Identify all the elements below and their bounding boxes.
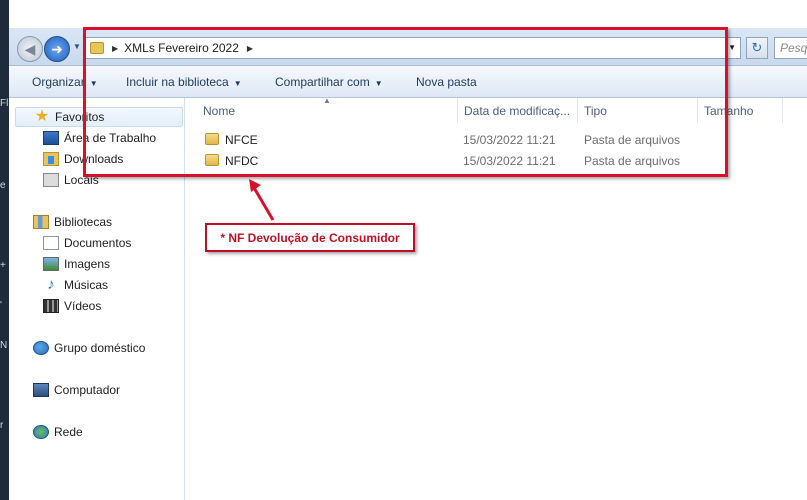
annotation-callout: * NF Devolução de Consumidor [205,223,415,252]
nav-label: Músicas [64,278,109,292]
homegroup-icon [33,341,49,355]
address-dropdown-icon[interactable]: ▼ [728,43,736,52]
forward-arrow-icon: ➜ [51,40,63,57]
back-arrow-icon: ◀ [24,40,36,57]
computer-icon [33,383,49,397]
highlight-box-annotation [83,27,728,177]
star-icon: ★ [34,108,50,125]
pictures-icon [43,257,59,271]
nav-item-computer[interactable]: Computador [33,380,120,400]
nav-label: Bibliotecas [54,215,113,229]
film-strip-icon [43,299,59,313]
music-note-icon: ♪ [47,276,55,293]
search-input[interactable]: Pesq [774,37,807,59]
nav-label: Rede [54,425,83,439]
libraries-icon [33,215,49,229]
back-button[interactable]: ◀ [17,36,43,62]
nav-item-documents[interactable]: Documentos [43,233,131,253]
forward-button[interactable]: ➜ [44,36,70,62]
refresh-button[interactable]: ↻ [746,37,768,59]
nav-label: Vídeos [64,299,102,313]
background-window-edge: Fl e + ' N r [0,0,9,500]
annotation-arrow-icon [249,179,275,221]
nav-item-images[interactable]: Imagens [43,254,110,274]
network-icon [33,425,49,439]
nav-label: Documentos [64,236,132,250]
nav-item-libraries[interactable]: Bibliotecas [33,212,112,232]
nav-item-network[interactable]: Rede [33,422,83,442]
nav-label: Computador [54,383,121,397]
history-dropdown-icon[interactable]: ▼ [73,42,81,51]
nav-label: Imagens [64,257,111,271]
nav-item-music[interactable]: ♪ Músicas [43,275,108,295]
documents-icon [43,236,59,250]
refresh-icon: ↻ [751,40,763,55]
recent-places-icon [43,173,59,187]
nav-label: Grupo doméstico [54,341,146,355]
downloads-folder-icon [43,152,59,166]
nav-item-videos[interactable]: Vídeos [43,296,101,316]
organize-label: Organizar [32,75,85,89]
nav-item-homegroup[interactable]: Grupo doméstico [33,338,145,358]
desktop-icon [43,131,59,145]
